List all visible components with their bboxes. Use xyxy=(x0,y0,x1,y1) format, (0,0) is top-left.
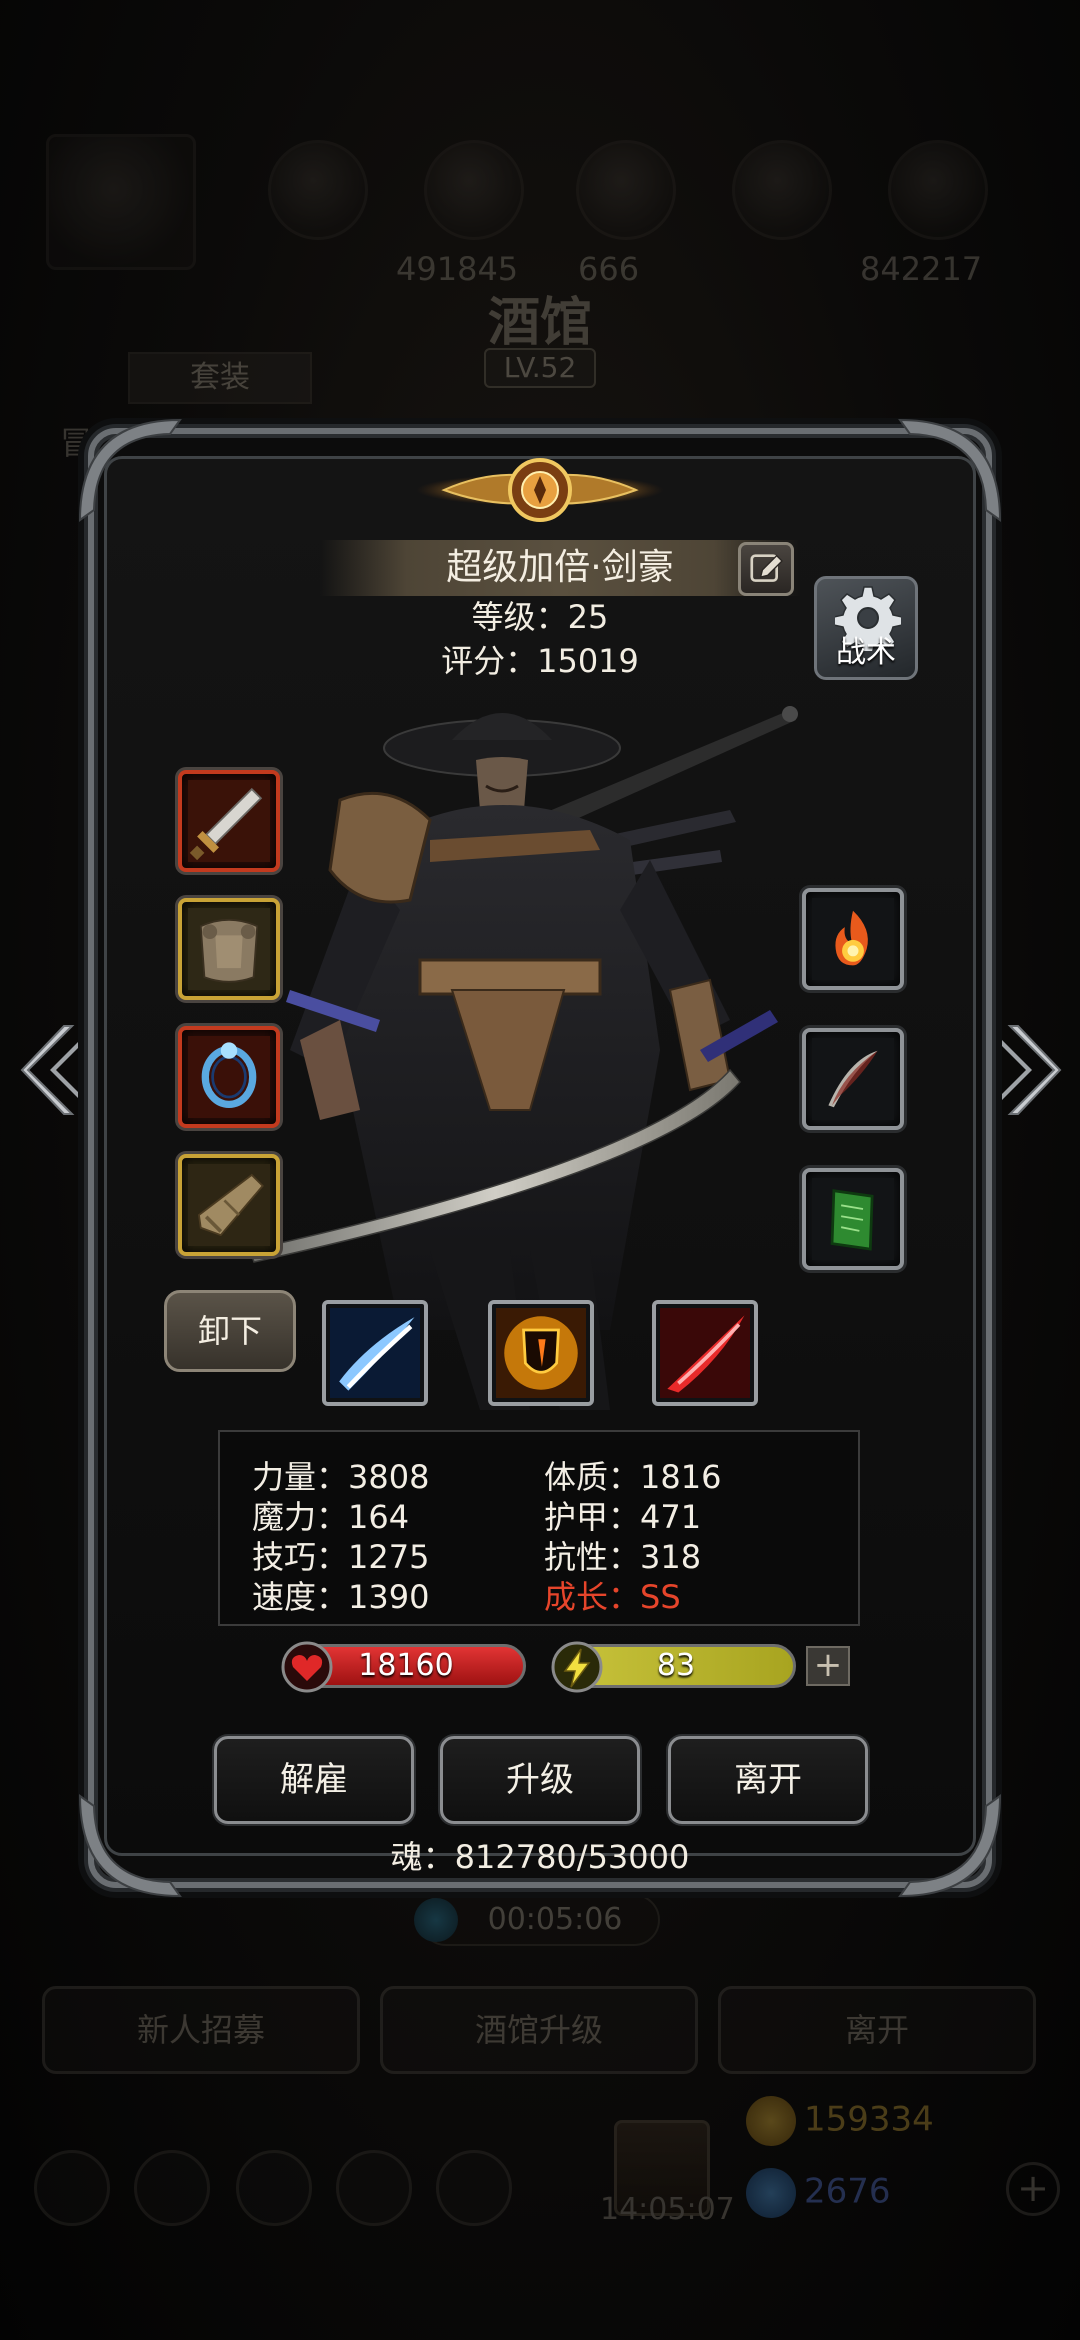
ice-slash-icon xyxy=(330,1308,420,1398)
stats-panel: 力量：3808 魔力：164 技巧：1275 速度：1390 体质：1816 护… xyxy=(218,1430,860,1626)
chevron-right-icon xyxy=(992,1025,1062,1115)
equip-slot-weapon[interactable] xyxy=(178,770,280,872)
sun-emblem-icon xyxy=(414,448,666,532)
bg-timer-text: 00:05:06 xyxy=(487,1902,623,1937)
equip-slot-feather[interactable] xyxy=(802,1028,904,1130)
blood-slash-icon xyxy=(660,1308,750,1398)
skill-slot[interactable] xyxy=(652,1300,758,1406)
equip-slot-orb[interactable] xyxy=(802,888,904,990)
armor-icon xyxy=(188,908,270,990)
stat-growth: 成长：SS xyxy=(544,1578,681,1616)
bg-crystal-icon xyxy=(732,140,832,240)
gold-coin-icon xyxy=(746,2096,796,2146)
bg-timer-icon xyxy=(414,1898,458,1942)
bg-timer: 00:05:06 xyxy=(414,1894,660,1946)
tactics-button[interactable]: 战术 xyxy=(814,576,918,680)
dismiss-button[interactable]: 解雇 xyxy=(214,1736,414,1824)
lightning-icon xyxy=(551,1641,603,1693)
bg-nav-icon xyxy=(336,2150,412,2226)
bg-nav-icon xyxy=(34,2150,110,2226)
bg-level-badge: LV.52 xyxy=(484,348,596,388)
bg-gold: 159334 xyxy=(746,2096,934,2146)
bg-clock: 14:05:07 xyxy=(600,2192,735,2227)
bg-gem-amount: 2676 xyxy=(804,2171,891,2212)
bg-gold-amount: 159334 xyxy=(804,2099,934,2140)
bg-tab-set: 套装 xyxy=(128,352,312,404)
bg-iron-icon xyxy=(576,140,676,240)
equip-slot-ring[interactable] xyxy=(178,1026,280,1128)
add-energy-button[interactable]: + xyxy=(806,1646,850,1686)
bg-title: 酒馆 xyxy=(487,293,592,353)
frame-corner-ornament xyxy=(70,410,190,530)
fire-shield-icon xyxy=(496,1308,586,1398)
next-hero-arrow[interactable] xyxy=(988,1020,1068,1120)
ring-icon xyxy=(188,1036,270,1118)
fire-orb-icon xyxy=(812,898,894,980)
bg-leave-button: 离开 xyxy=(718,1986,1036,2074)
hp-bar: 18160 xyxy=(281,1641,526,1693)
hero-name: 超级加倍·剑豪 xyxy=(320,540,800,596)
pencil-icon xyxy=(750,554,783,582)
hero-score: 评分：15019 xyxy=(441,642,639,680)
equip-slot-book[interactable] xyxy=(802,1168,904,1270)
frame-corner-ornament xyxy=(890,410,1010,530)
soul-cost: 魂：812780/53000 xyxy=(390,1838,690,1876)
skill-slot[interactable] xyxy=(322,1300,428,1406)
tactics-label: 战术 xyxy=(836,635,896,670)
skill-slot[interactable] xyxy=(488,1300,594,1406)
energy-bar: 83 xyxy=(551,1641,796,1693)
gem-icon xyxy=(746,2168,796,2218)
bg-recruit-button: 新人招募 xyxy=(42,1986,360,2074)
gauntlet-icon xyxy=(188,1164,270,1246)
hero-level: 等级：25 xyxy=(471,598,609,636)
heart-icon xyxy=(281,1641,333,1693)
bg-nav-icon xyxy=(134,2150,210,2226)
equip-slot-gloves[interactable] xyxy=(178,1154,280,1256)
stat-speed: 速度：1390 xyxy=(252,1578,430,1616)
upgrade-button[interactable]: 升级 xyxy=(440,1736,640,1824)
rename-button[interactable] xyxy=(738,542,794,596)
bg-plus-icon: + xyxy=(1006,2162,1060,2216)
leave-button[interactable]: 离开 xyxy=(668,1736,868,1824)
prev-hero-arrow[interactable] xyxy=(14,1020,94,1120)
bg-upgrade-tavern-button: 酒馆升级 xyxy=(380,1986,698,2074)
sword-icon xyxy=(188,780,270,862)
unequip-button[interactable]: 卸下 xyxy=(164,1290,296,1372)
chevron-left-icon xyxy=(20,1025,90,1115)
spellbook-icon xyxy=(812,1178,894,1260)
bg-leather-icon xyxy=(888,140,988,240)
bg-wood-icon xyxy=(268,140,368,240)
bg-gems: 2676 xyxy=(746,2168,891,2218)
bg-stone-icon xyxy=(424,140,524,240)
bg-avatar-frame xyxy=(46,134,196,270)
bg-nav-icon xyxy=(236,2150,312,2226)
feather-icon xyxy=(812,1038,894,1120)
equip-slot-armor[interactable] xyxy=(178,898,280,1000)
bg-nav-icon xyxy=(436,2150,512,2226)
